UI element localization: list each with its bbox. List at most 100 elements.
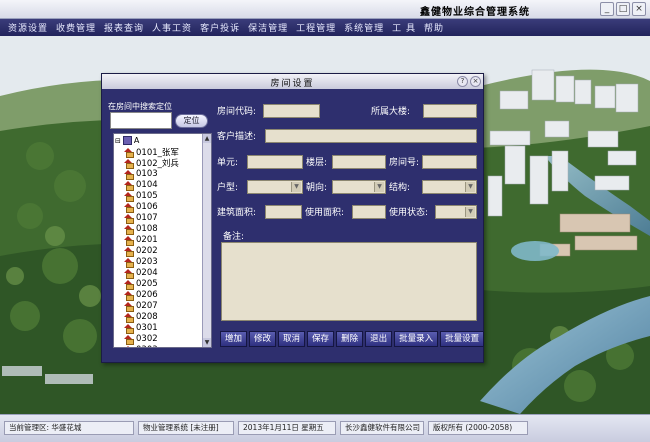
menu-item-cleaning[interactable]: 保洁管理 bbox=[248, 21, 288, 34]
tree-item-room[interactable]: 0207 bbox=[124, 300, 179, 312]
use-status-label: 使用状态: bbox=[389, 208, 429, 218]
tree-item-room[interactable]: 0102_刘兵 bbox=[124, 157, 179, 169]
tree-item-room[interactable]: 0201 bbox=[124, 234, 179, 246]
unit-input[interactable] bbox=[247, 155, 303, 169]
room-label: 0203 bbox=[136, 256, 158, 267]
house-icon bbox=[124, 279, 134, 290]
tree-item-room[interactable]: 0206 bbox=[124, 289, 179, 301]
house-icon bbox=[124, 345, 133, 347]
built-area-input[interactable] bbox=[265, 205, 302, 219]
save-button[interactable]: 保存 bbox=[307, 331, 335, 347]
menu-item-engineering[interactable]: 工程管理 bbox=[296, 21, 336, 34]
chevron-down-icon: ▼ bbox=[465, 207, 475, 217]
room-form: 房间代码: 所属大楼: 客户描述: 单元: 楼层: 房间号: 户型: ▼ 朝向:… bbox=[215, 93, 481, 337]
menu-item-report[interactable]: 报表查询 bbox=[104, 21, 144, 34]
cancel-button[interactable]: 取消 bbox=[278, 331, 306, 347]
structure-select[interactable]: ▼ bbox=[422, 180, 477, 194]
menu-item-help[interactable]: 帮助 bbox=[424, 21, 444, 34]
room-label: 0105 bbox=[136, 190, 158, 201]
room-label: 0107 bbox=[136, 212, 158, 223]
usable-area-input[interactable] bbox=[352, 205, 386, 219]
room-label: 0303 bbox=[136, 345, 158, 348]
tree-item-room[interactable]: 0108 bbox=[124, 223, 179, 235]
orientation-select[interactable]: ▼ bbox=[332, 180, 386, 194]
chevron-down-icon: ▼ bbox=[465, 182, 475, 192]
tree-item-room[interactable]: 0204 bbox=[124, 267, 179, 279]
delete-button[interactable]: 删除 bbox=[336, 331, 364, 347]
menu-item-fee[interactable]: 收费管理 bbox=[56, 21, 96, 34]
house-icon bbox=[124, 180, 134, 191]
app-title: 鑫健物业综合管理系统 bbox=[420, 7, 530, 18]
add-button[interactable]: 增加 bbox=[220, 331, 248, 347]
tree-item-room[interactable]: 0203 bbox=[124, 256, 179, 268]
menu-item-hr[interactable]: 人事工资 bbox=[152, 21, 192, 34]
scroll-up-icon[interactable]: ▲ bbox=[203, 134, 211, 143]
dialog-titlebar: 房间设置 ? × bbox=[102, 74, 483, 89]
exit-button[interactable]: 退出 bbox=[365, 331, 393, 347]
layout-select[interactable]: ▼ bbox=[247, 180, 303, 194]
unit-label: 单元: bbox=[217, 158, 239, 168]
batch-entry-button[interactable]: 批量录入 bbox=[394, 331, 439, 347]
room-code-input[interactable] bbox=[263, 104, 320, 118]
room-list: 0101_张军 0102_刘兵 0103 0104 0105 0106 0107… bbox=[124, 146, 179, 348]
room-label: 0206 bbox=[136, 289, 158, 300]
room-tree-panel: 在房间中搜索定位 定位 ⊟ A 0101_张军 0102_刘兵 0103 010… bbox=[106, 93, 213, 359]
room-search-input[interactable] bbox=[110, 112, 172, 129]
room-label: 0208 bbox=[136, 311, 158, 322]
tree-item-room[interactable]: 0105 bbox=[124, 190, 179, 202]
room-label: 0108 bbox=[136, 223, 158, 234]
dialog-close-button[interactable]: × bbox=[470, 76, 481, 87]
tree-item-room[interactable]: 0103 bbox=[124, 168, 179, 180]
action-button-bar: 增加 修改 取消 保存 删除 退出 批量录入 批量设置 bbox=[220, 331, 485, 347]
room-label: 0201 bbox=[136, 234, 158, 245]
help-button[interactable]: ? bbox=[457, 76, 468, 87]
house-icon bbox=[124, 257, 134, 268]
menu-item-tools[interactable]: 工 具 bbox=[392, 21, 416, 34]
batch-setting-button[interactable]: 批量设置 bbox=[440, 331, 485, 347]
tree-item-room[interactable]: 0302 bbox=[124, 333, 179, 345]
maximize-button[interactable]: □ bbox=[616, 2, 630, 16]
tree-root-building[interactable]: ⊟ A bbox=[115, 136, 139, 145]
tree-item-room[interactable]: 0104 bbox=[124, 179, 179, 191]
menu-item-resource[interactable]: 资源设置 bbox=[8, 21, 48, 34]
tree-item-room[interactable]: 0301 bbox=[124, 322, 179, 334]
house-icon bbox=[124, 323, 134, 334]
building-input[interactable] bbox=[423, 104, 477, 118]
room-settings-dialog: 房间设置 ? × 在房间中搜索定位 定位 ⊟ A 0101_张军 0102_刘兵… bbox=[101, 73, 485, 363]
house-icon bbox=[124, 158, 134, 169]
tree-item-room[interactable]: 0205 bbox=[124, 278, 179, 290]
remark-textarea[interactable] bbox=[221, 242, 477, 321]
tree-item-room[interactable]: 0303 bbox=[124, 344, 179, 348]
room-label: 0205 bbox=[136, 278, 158, 289]
tree-item-room[interactable]: 0101_张军 bbox=[124, 146, 179, 158]
tree-item-room[interactable]: 0106 bbox=[124, 201, 179, 213]
customer-desc-input[interactable] bbox=[265, 129, 477, 143]
tree-scrollbar[interactable]: ▲ ▼ bbox=[202, 134, 211, 347]
room-label: 0106 bbox=[136, 201, 158, 212]
tree-item-room[interactable]: 0202 bbox=[124, 245, 179, 257]
house-icon bbox=[124, 235, 134, 246]
tree-item-room[interactable]: 0208 bbox=[124, 311, 179, 323]
expand-minus-icon[interactable]: ⊟ bbox=[115, 137, 121, 145]
room-tree[interactable]: ⊟ A 0101_张军 0102_刘兵 0103 0104 0105 0106 … bbox=[113, 133, 212, 348]
house-icon bbox=[124, 213, 134, 224]
status-current-area: 当前管理区: 华盛花城 bbox=[4, 421, 134, 435]
locate-button[interactable]: 定位 bbox=[175, 114, 208, 128]
tree-root-label: A bbox=[133, 136, 140, 145]
house-icon bbox=[124, 202, 134, 213]
house-icon bbox=[124, 147, 134, 158]
room-no-input[interactable] bbox=[422, 155, 477, 169]
close-button[interactable]: × bbox=[632, 2, 646, 16]
modify-button[interactable]: 修改 bbox=[249, 331, 277, 347]
menu-item-system[interactable]: 系统管理 bbox=[344, 21, 384, 34]
menu-item-complaint[interactable]: 客户投诉 bbox=[200, 21, 240, 34]
scroll-down-icon[interactable]: ▼ bbox=[203, 338, 211, 347]
search-label: 在房间中搜索定位 bbox=[108, 102, 172, 111]
app-titlebar: 鑫健物业综合管理系统 _ □ × bbox=[0, 0, 650, 19]
minimize-button[interactable]: _ bbox=[600, 2, 614, 16]
status-copyright: 版权所有 (2000-2058) bbox=[428, 421, 528, 435]
use-status-select[interactable]: ▼ bbox=[435, 205, 477, 219]
floor-input[interactable] bbox=[332, 155, 386, 169]
room-label: 0104 bbox=[136, 179, 158, 190]
tree-item-room[interactable]: 0107 bbox=[124, 212, 179, 224]
